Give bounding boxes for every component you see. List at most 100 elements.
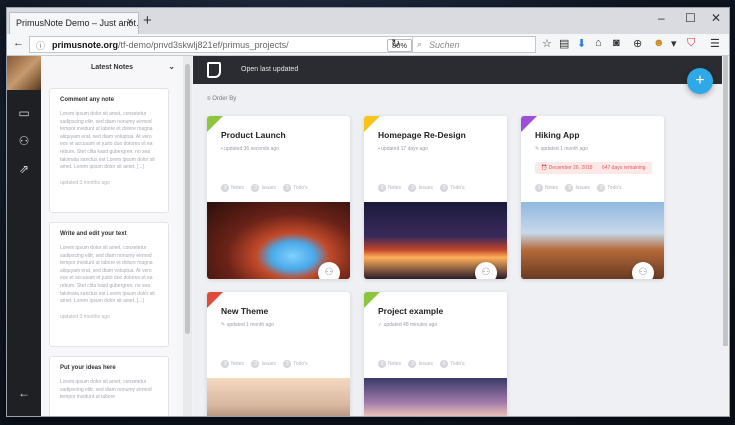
notes-scrollbar[interactable] — [183, 56, 192, 416]
users-icon[interactable]: ⚇ — [318, 262, 340, 279]
notes-panel: Latest Notes ⌄ Comment any note Lorem ip… — [41, 56, 183, 416]
new-tab-button[interactable]: + — [143, 12, 152, 29]
project-counts: 3 Notes 3 Issues 3 Todo's — [221, 184, 314, 192]
project-updated: ▪ updated 36 seconds ago — [221, 146, 350, 152]
project-card[interactable]: Homepage Re-Design ▪ updated 17 days ago… — [364, 116, 507, 279]
open-last-updated-link[interactable]: Open last updated — [241, 66, 298, 73]
issues-count: 3 — [408, 360, 417, 368]
extension-icon[interactable]: ☻ — [653, 37, 665, 49]
top-bar: Open last updated — [193, 56, 729, 84]
notes-label: Notes — [388, 361, 402, 367]
note-updated: updated 3 months ago — [60, 179, 110, 186]
notes-label: Notes — [231, 185, 245, 191]
url-domain: primusnote.org — [52, 40, 119, 50]
notes-scrollbar-thumb[interactable] — [185, 64, 190, 334]
projects-main: Open last updated + ≡ Order By Product L… — [193, 56, 729, 416]
order-by-label: Order By — [212, 96, 237, 102]
menu-icon[interactable]: ☰ — [710, 37, 720, 50]
issues-label: Issues — [575, 185, 590, 191]
note-card[interactable]: Write and edit your text Lorem ipsum dol… — [49, 222, 169, 347]
project-image — [364, 378, 507, 416]
download-icon[interactable]: ⬇ — [577, 37, 586, 50]
project-title: Project example — [378, 306, 444, 316]
issues-label: Issues — [418, 185, 433, 191]
search-field[interactable]: ⌕ Suchen — [412, 36, 536, 53]
back-arrow-icon[interactable]: ← — [7, 386, 41, 400]
close-tab-icon[interactable]: × — [127, 16, 133, 28]
users-icon[interactable]: ⚇ — [475, 262, 497, 279]
search-placeholder: Suchen — [429, 40, 460, 50]
users-icon[interactable]: ⚇ — [632, 262, 654, 279]
notes-label: Notes — [388, 185, 402, 191]
main-scrollbar[interactable] — [722, 56, 729, 416]
issues-label: Issues — [261, 185, 276, 191]
order-by-control[interactable]: ≡ Order By — [207, 96, 236, 102]
browser-window: PrimusNote Demo – Just anot… × + – ☐ ✕ ←… — [6, 7, 730, 417]
project-card[interactable]: Hiking App ✎ updated 1 month ago ⏰ Decem… — [521, 116, 664, 279]
address-bar[interactable]: ⓘ primusnote.org/tf-demo/pnvd3skwlj821ef… — [29, 36, 419, 53]
project-updated-text: updated 36 seconds ago — [224, 146, 279, 152]
todos-count: 3 — [597, 184, 606, 192]
maximize-icon[interactable]: ☐ — [685, 11, 696, 25]
clipboard-icon[interactable]: ▤ — [559, 37, 569, 50]
project-counts: 3 Notes 3 Issues 3 Todo's — [378, 184, 471, 192]
todos-count: 3 — [283, 360, 292, 368]
inbox-icon[interactable]: ▭ — [7, 106, 41, 120]
minimize-icon[interactable]: – — [658, 11, 665, 25]
note-updated: updated 3 months ago — [60, 313, 110, 320]
issues-count: 3 — [408, 184, 417, 192]
browser-tab[interactable]: PrimusNote Demo – Just anot… × — [9, 12, 139, 34]
project-updated-text: updated 48 minutes ago — [383, 322, 438, 328]
tab-title: PrimusNote Demo – Just anot… — [16, 18, 139, 28]
project-updated-text: updated 1 month ago — [226, 322, 274, 328]
issues-count: 3 — [565, 184, 574, 192]
due-date: December 26, 2018 — [548, 165, 593, 171]
sync-icon[interactable]: ⊕ — [633, 37, 642, 50]
reload-icon[interactable]: ↻ — [391, 37, 400, 50]
left-rail: ▭ ⚇ ⇗ ← — [7, 56, 41, 416]
avatar[interactable] — [7, 56, 41, 90]
window-close-icon[interactable]: ✕ — [711, 11, 721, 25]
dropdown-icon[interactable]: ▾ — [671, 37, 677, 50]
card-accent — [364, 292, 380, 308]
info-icon[interactable]: ⓘ — [36, 39, 45, 52]
team-icon[interactable]: ⚇ — [7, 134, 41, 148]
note-card[interactable]: Comment any note Lorem ipsum dolor sit a… — [49, 88, 169, 213]
note-card[interactable]: Put your ideas here Lorem ipsum dolor si… — [49, 356, 169, 416]
card-accent — [521, 116, 537, 132]
alarm-icon: ⏰ — [541, 165, 549, 171]
card-accent — [364, 116, 380, 132]
project-counts: 3 Notes 3 Issues 6 Todo's — [378, 360, 471, 368]
notes-count: 3 — [378, 360, 386, 368]
project-updated: ▪ updated 17 days ago — [378, 146, 507, 152]
notes-panel-title: Latest Notes — [90, 64, 133, 71]
card-accent — [207, 292, 223, 308]
bookmark-star-icon[interactable]: ☆ — [542, 37, 552, 50]
external-link-icon[interactable]: ⇗ — [7, 162, 41, 176]
project-updated-text: updated 1 month ago — [540, 146, 588, 152]
notes-count: 3 — [378, 184, 386, 192]
chevron-down-icon[interactable]: ⌄ — [168, 62, 175, 71]
notes-count: 3 — [221, 184, 229, 192]
project-card[interactable]: Project example ✓ updated 48 minutes ago… — [364, 292, 507, 416]
todos-count: 6 — [440, 360, 449, 368]
notes-count: 3 — [221, 360, 229, 368]
card-accent — [207, 116, 223, 132]
main-scrollbar-thumb[interactable] — [723, 56, 728, 346]
back-icon[interactable]: ← — [13, 37, 24, 49]
todos-label: Todo's — [607, 185, 622, 191]
app-logo-icon[interactable] — [207, 62, 221, 78]
todos-label: Todo's — [293, 185, 308, 191]
pocket-icon[interactable]: ◙ — [613, 37, 620, 49]
notes-panel-header[interactable]: Latest Notes ⌄ — [41, 56, 183, 78]
due-date-badge: ⏰ December 26, 2018 647 days remaining — [535, 162, 652, 174]
shield-icon[interactable]: ⛉ — [687, 37, 695, 50]
project-card[interactable]: Product Launch ▪ updated 36 seconds ago … — [207, 116, 350, 279]
add-project-button[interactable]: + — [687, 68, 713, 94]
project-card[interactable]: New Theme ✎ updated 1 month ago 3 Notes 3… — [207, 292, 350, 416]
todos-label: Todo's — [293, 361, 308, 367]
notes-label: Notes — [231, 361, 245, 367]
note-body: Lorem ipsum dolor sit amet, consetetur s… — [60, 111, 155, 171]
home-icon[interactable]: ⌂ — [595, 37, 602, 49]
project-title: Product Launch — [221, 130, 286, 140]
